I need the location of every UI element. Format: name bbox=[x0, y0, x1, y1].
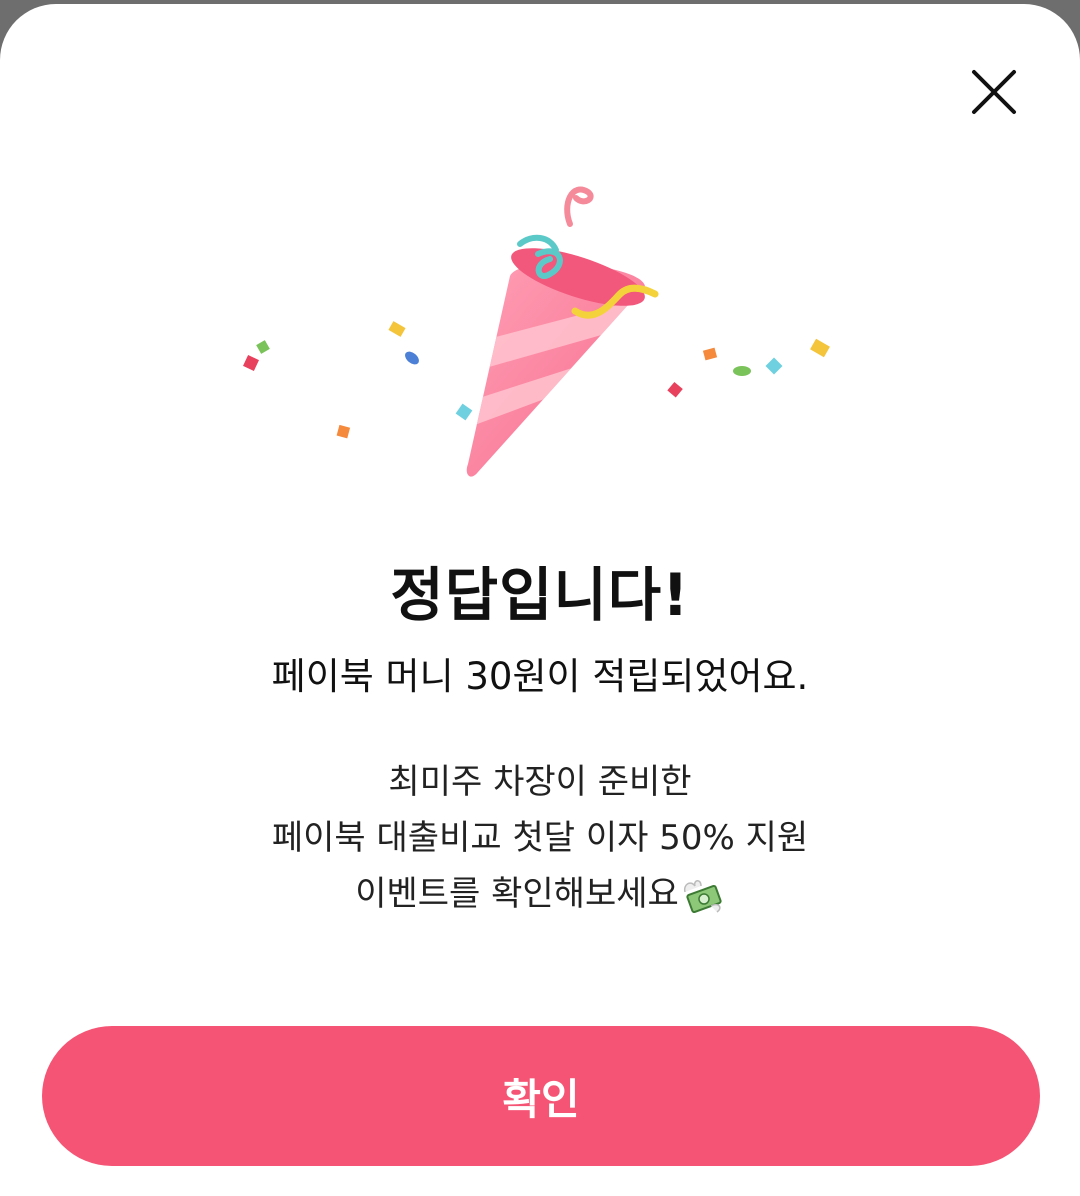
description-line-with-icon: 이벤트를 확인해보세요 bbox=[0, 866, 1080, 922]
close-icon bbox=[972, 70, 1016, 114]
reward-dialog: 정답입니다! 페이북 머니 30원이 적립되었어요. 최미주 차장이 준비한 페… bbox=[0, 4, 1080, 1196]
money-with-wings-icon bbox=[683, 879, 722, 913]
close-button[interactable] bbox=[962, 60, 1026, 124]
party-popper-icon bbox=[243, 186, 830, 477]
dialog-subtitle: 페이북 머니 30원이 적립되었어요. bbox=[271, 655, 809, 698]
dialog-description: 최미주 차장이 준비한 페이북 대출비교 첫달 이자 50% 지원 이벤트를 확… bbox=[0, 754, 1080, 922]
party-popper-illustration bbox=[220, 164, 860, 504]
confirm-button[interactable]: 확인 bbox=[42, 1026, 1040, 1166]
description-line: 페이북 대출비교 첫달 이자 50% 지원 bbox=[271, 818, 809, 858]
dialog-title: 정답입니다! bbox=[390, 561, 690, 629]
description-line: 최미주 차장이 준비한 bbox=[388, 762, 692, 802]
description-line: 이벤트를 확인해보세요 bbox=[355, 874, 679, 914]
